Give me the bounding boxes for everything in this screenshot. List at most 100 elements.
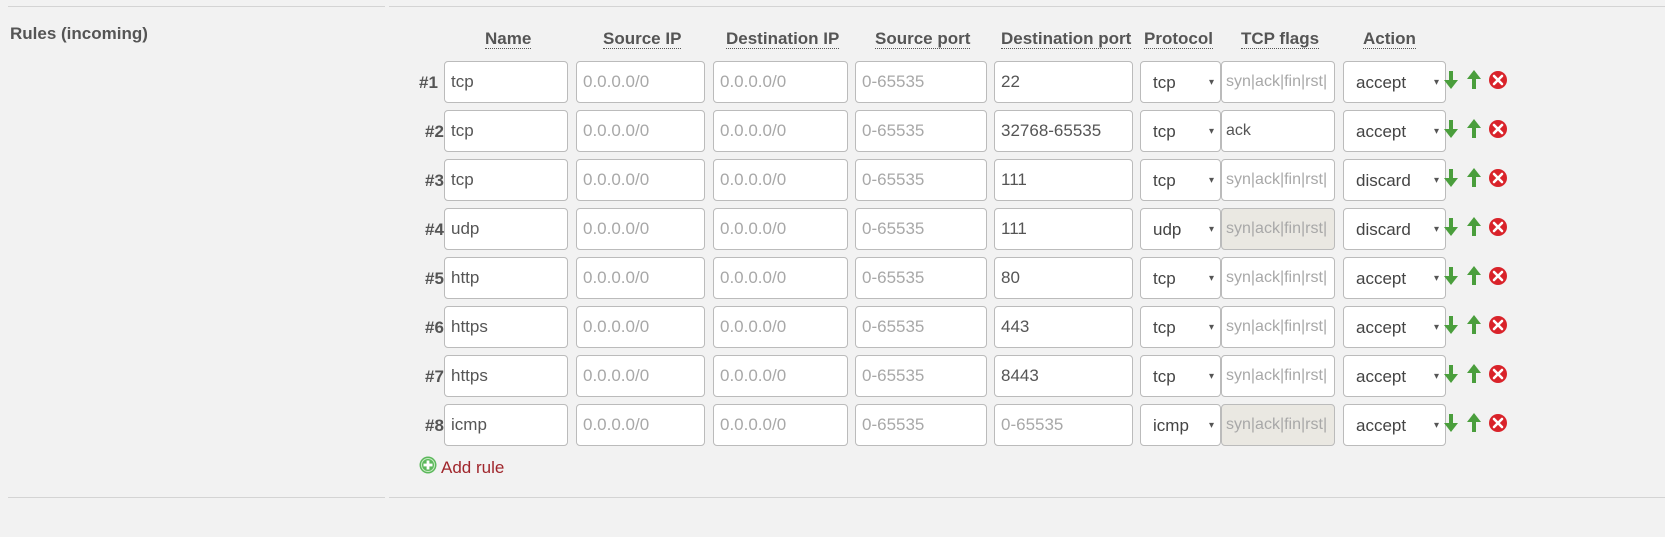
- destination-port-input[interactable]: [994, 61, 1133, 103]
- destination-ip-input[interactable]: [713, 61, 848, 103]
- arrow-down-icon[interactable]: [1440, 69, 1462, 91]
- arrow-down-icon[interactable]: [1440, 363, 1462, 385]
- source-port-input[interactable]: [855, 61, 987, 103]
- rule-name-input[interactable]: [444, 306, 568, 348]
- action-select[interactable]: discard ▾: [1343, 159, 1446, 201]
- source-ip-input[interactable]: [576, 159, 705, 201]
- delete-icon[interactable]: [1487, 412, 1509, 434]
- tcp-flags-input[interactable]: [1221, 159, 1335, 201]
- source-ip-input[interactable]: [576, 306, 705, 348]
- arrow-down-icon[interactable]: [1440, 167, 1462, 189]
- table-row: #8 icmp ▾ accept ▾: [0, 404, 1665, 448]
- arrow-down-icon[interactable]: [1440, 314, 1462, 336]
- table-row: #4 udp ▾ discard ▾: [0, 208, 1665, 252]
- source-ip-input[interactable]: [576, 61, 705, 103]
- arrow-up-icon[interactable]: [1463, 69, 1485, 91]
- action-select[interactable]: discard ▾: [1343, 208, 1446, 250]
- source-ip-input[interactable]: [576, 404, 705, 446]
- table-row: #2 tcp ▾ accept ▾: [0, 110, 1665, 154]
- rule-name-input[interactable]: [444, 110, 568, 152]
- delete-icon[interactable]: [1487, 167, 1509, 189]
- arrow-down-icon[interactable]: [1440, 265, 1462, 287]
- destination-ip-input[interactable]: [713, 110, 848, 152]
- source-port-input[interactable]: [855, 159, 987, 201]
- delete-icon[interactable]: [1487, 265, 1509, 287]
- destination-port-input[interactable]: [994, 208, 1133, 250]
- destination-ip-input[interactable]: [713, 355, 848, 397]
- protocol-select[interactable]: icmp ▾: [1140, 404, 1221, 446]
- arrow-up-icon[interactable]: [1463, 265, 1485, 287]
- action-select[interactable]: accept ▾: [1343, 110, 1446, 152]
- rule-name-input[interactable]: [444, 159, 568, 201]
- arrow-down-icon[interactable]: [1440, 412, 1462, 434]
- arrow-up-icon[interactable]: [1463, 167, 1485, 189]
- tcp-flags-input[interactable]: [1221, 257, 1335, 299]
- delete-icon[interactable]: [1487, 216, 1509, 238]
- source-port-input[interactable]: [855, 306, 987, 348]
- tcp-flags-input[interactable]: [1221, 208, 1335, 250]
- destination-ip-input[interactable]: [713, 159, 848, 201]
- arrow-up-icon[interactable]: [1463, 118, 1485, 140]
- rule-number: #3: [425, 171, 444, 190]
- tcp-flags-input[interactable]: [1221, 110, 1335, 152]
- protocol-select-value: udp: [1153, 220, 1182, 239]
- destination-port-input[interactable]: [994, 159, 1133, 201]
- arrow-up-icon[interactable]: [1463, 216, 1485, 238]
- protocol-select[interactable]: tcp ▾: [1140, 159, 1221, 201]
- destination-ip-input[interactable]: [713, 306, 848, 348]
- destination-port-input[interactable]: [994, 110, 1133, 152]
- rule-name-input[interactable]: [444, 404, 568, 446]
- destination-ip-input[interactable]: [713, 208, 848, 250]
- source-ip-input[interactable]: [576, 110, 705, 152]
- delete-icon[interactable]: [1487, 118, 1509, 140]
- tcp-flags-input[interactable]: [1221, 61, 1335, 103]
- source-port-input[interactable]: [855, 355, 987, 397]
- action-select[interactable]: accept ▾: [1343, 61, 1446, 103]
- destination-ip-input[interactable]: [713, 404, 848, 446]
- delete-icon[interactable]: [1487, 69, 1509, 91]
- top-divider-right: [389, 6, 1665, 7]
- source-ip-input[interactable]: [576, 208, 705, 250]
- protocol-select-value: tcp: [1153, 171, 1176, 190]
- destination-ip-input[interactable]: [713, 257, 848, 299]
- protocol-select[interactable]: tcp ▾: [1140, 355, 1221, 397]
- source-ip-input[interactable]: [576, 257, 705, 299]
- action-select[interactable]: accept ▾: [1343, 404, 1446, 446]
- action-select[interactable]: accept ▾: [1343, 257, 1446, 299]
- protocol-select[interactable]: tcp ▾: [1140, 257, 1221, 299]
- rule-number: #1: [419, 73, 438, 92]
- action-select[interactable]: accept ▾: [1343, 306, 1446, 348]
- destination-port-input[interactable]: [994, 404, 1133, 446]
- source-port-input[interactable]: [855, 257, 987, 299]
- protocol-select[interactable]: udp ▾: [1140, 208, 1221, 250]
- rule-name-input[interactable]: [444, 257, 568, 299]
- arrow-down-icon[interactable]: [1440, 216, 1462, 238]
- table-row: #6 tcp ▾ accept ▾: [0, 306, 1665, 350]
- destination-port-input[interactable]: [994, 355, 1133, 397]
- source-port-input[interactable]: [855, 208, 987, 250]
- action-select[interactable]: accept ▾: [1343, 355, 1446, 397]
- delete-icon[interactable]: [1487, 314, 1509, 336]
- source-port-input[interactable]: [855, 110, 987, 152]
- arrow-up-icon[interactable]: [1463, 412, 1485, 434]
- protocol-select[interactable]: tcp ▾: [1140, 110, 1221, 152]
- arrow-up-icon[interactable]: [1463, 363, 1485, 385]
- chevron-down-icon: ▾: [1433, 77, 1439, 88]
- destination-port-input[interactable]: [994, 257, 1133, 299]
- rule-name-input[interactable]: [444, 208, 568, 250]
- source-port-input[interactable]: [855, 404, 987, 446]
- tcp-flags-input[interactable]: [1221, 404, 1335, 446]
- source-ip-input[interactable]: [576, 355, 705, 397]
- arrow-up-icon[interactable]: [1463, 314, 1485, 336]
- protocol-select[interactable]: tcp ▾: [1140, 61, 1221, 103]
- arrow-down-icon[interactable]: [1440, 118, 1462, 140]
- destination-port-input[interactable]: [994, 306, 1133, 348]
- protocol-select-value: tcp: [1153, 122, 1176, 141]
- delete-icon[interactable]: [1487, 363, 1509, 385]
- tcp-flags-input[interactable]: [1221, 355, 1335, 397]
- rule-name-input[interactable]: [444, 61, 568, 103]
- protocol-select[interactable]: tcp ▾: [1140, 306, 1221, 348]
- tcp-flags-input[interactable]: [1221, 306, 1335, 348]
- rule-name-input[interactable]: [444, 355, 568, 397]
- column-header-name: Name: [485, 29, 532, 49]
